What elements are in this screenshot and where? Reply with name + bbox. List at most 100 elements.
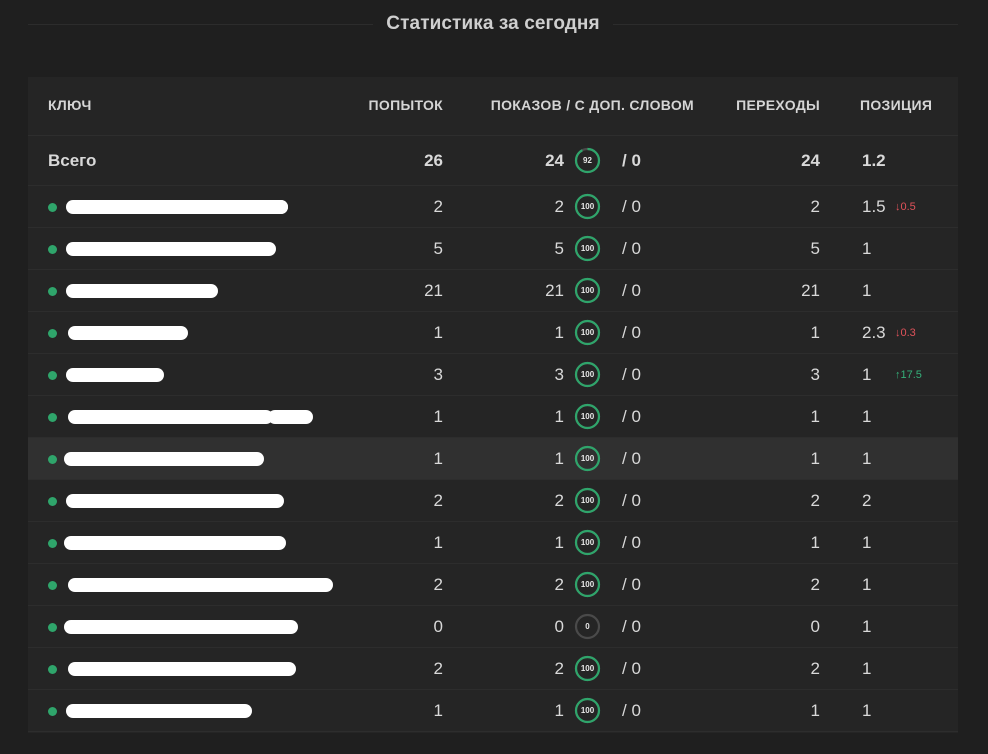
position-value: 1 [862,448,872,468]
table-row[interactable]: 2 2 100 / 0 2 1 [28,564,958,606]
progress-ring: 100 [574,697,601,724]
position-value: 1.5 [862,196,886,216]
progress-ring: 100 [574,529,601,556]
position-value: 1 [862,658,872,678]
progress-ring-label: 100 [580,412,595,421]
impressions-value: 24 [545,150,564,170]
progress-ring-label: 100 [580,538,595,547]
extra-word-value: / 0 [622,196,641,216]
impressions-value: 5 [554,238,564,258]
header-position[interactable]: ПОЗИЦИЯ [860,97,932,113]
position-value: 1.2 [862,150,886,170]
extra-word-value: / 0 [622,150,641,170]
table-row[interactable]: 1 1 100 / 0 1 1 [28,522,958,564]
impressions-value: 1 [554,532,564,552]
extra-word-value: / 0 [622,490,641,510]
attempts-value: 2 [433,658,443,678]
clicks-value: 2 [810,490,820,510]
attempts-value: 2 [433,490,443,510]
progress-ring: 100 [574,193,601,220]
progress-ring: 100 [574,361,601,388]
header-attempts[interactable]: ПОПЫТОК [369,97,443,113]
total-row[interactable]: Всего 26 24 92 / 0 24 1.2 [28,136,958,186]
table-row[interactable]: 5 5 100 / 0 5 1 [28,228,958,270]
position-value: 2 [862,490,872,510]
attempts-value: 1 [433,406,443,426]
redacted-keyword [66,283,218,298]
redacted-keyword [64,535,286,550]
position-change: ↑17.5 [895,368,922,381]
attempts-value: 21 [424,280,443,300]
impressions-value: 1 [554,448,564,468]
impressions-value: 1 [554,700,564,720]
table-header: КЛЮЧ ПОПЫТОК ПОКАЗОВ / С ДОП. СЛОВОМ ПЕР… [28,77,958,136]
status-dot [48,244,57,254]
redacted-keyword [68,661,296,676]
redacted-keyword [68,577,333,592]
status-dot [48,580,57,590]
progress-ring-label: 100 [580,328,595,337]
header-clicks[interactable]: ПЕРЕХОДЫ [736,97,820,113]
impressions-value: 0 [554,616,564,636]
position-value: 1 [862,238,872,258]
header-key[interactable]: КЛЮЧ [48,97,92,113]
position-value: 1 [862,574,872,594]
redacted-keyword [106,325,176,340]
attempts-value: 1 [433,448,443,468]
status-dot [48,412,57,422]
clicks-value: 1 [810,700,820,720]
attempts-value: 2 [433,574,443,594]
table-row[interactable]: 2 2 100 / 0 2 1.5 ↓0.5 [28,186,958,228]
position-value: 1 [862,406,872,426]
table-row[interactable]: 1 1 100 / 0 1 1 [28,690,958,732]
table-row[interactable]: 21 21 100 / 0 21 1 [28,270,958,312]
progress-ring-label: 100 [580,706,595,715]
status-dot [48,286,57,296]
position-value: 1 [862,532,872,552]
table-row[interactable]: 3 3 100 / 0 3 1 ↑17.5 [28,354,958,396]
status-dot [48,328,57,338]
impressions-value: 2 [554,574,564,594]
progress-ring-label: 100 [580,454,595,463]
attempts-value: 0 [433,616,443,636]
redacted-keyword [66,241,276,256]
clicks-value: 2 [810,574,820,594]
progress-ring-label: 100 [580,244,595,253]
status-dot [48,496,57,506]
stats-table: КЛЮЧ ПОПЫТОК ПОКАЗОВ / С ДОП. СЛОВОМ ПЕР… [28,77,958,733]
attempts-value: 3 [433,364,443,384]
progress-ring: 92 [574,147,601,174]
position-value: 1 [862,616,872,636]
clicks-value: 2 [810,196,820,216]
redacted-keyword [66,367,164,382]
impressions-value: 2 [554,658,564,678]
status-dot [48,706,57,716]
redacted-keyword [268,409,313,424]
header-impressions[interactable]: ПОКАЗОВ / С ДОП. СЛОВОМ [491,97,694,113]
page-title: Статистика за сегодня [386,13,600,34]
table-row[interactable]: 1 1 100 / 0 1 1 [28,396,958,438]
clicks-value: 3 [810,364,820,384]
extra-word-value: / 0 [622,700,641,720]
progress-ring: 100 [574,235,601,262]
position-change: ↓0.5 [895,200,916,213]
clicks-value: 2 [810,658,820,678]
progress-ring: 100 [574,403,601,430]
progress-ring: 100 [574,487,601,514]
progress-ring-label: 100 [580,370,595,379]
table-row[interactable]: 0 0 0 / 0 0 1 [28,606,958,648]
table-row[interactable]: 2 2 100 / 0 2 1 [28,648,958,690]
position-change: ↓0.3 [895,326,916,339]
impressions-value: 3 [554,364,564,384]
table-row[interactable]: 1 1 100 / 0 1 2.3 ↓0.3 [28,312,958,354]
clicks-value: 5 [810,238,820,258]
redacted-keyword [66,493,284,508]
progress-ring-label: 100 [580,202,595,211]
progress-ring: 100 [574,655,601,682]
table-row[interactable]: 1 1 100 / 0 1 1 [28,438,958,480]
table-row[interactable]: 2 2 100 / 0 2 2 [28,480,958,522]
attempts-value: 1 [433,532,443,552]
status-dot [48,538,57,548]
status-dot [48,664,57,674]
attempts-value: 2 [433,196,443,216]
